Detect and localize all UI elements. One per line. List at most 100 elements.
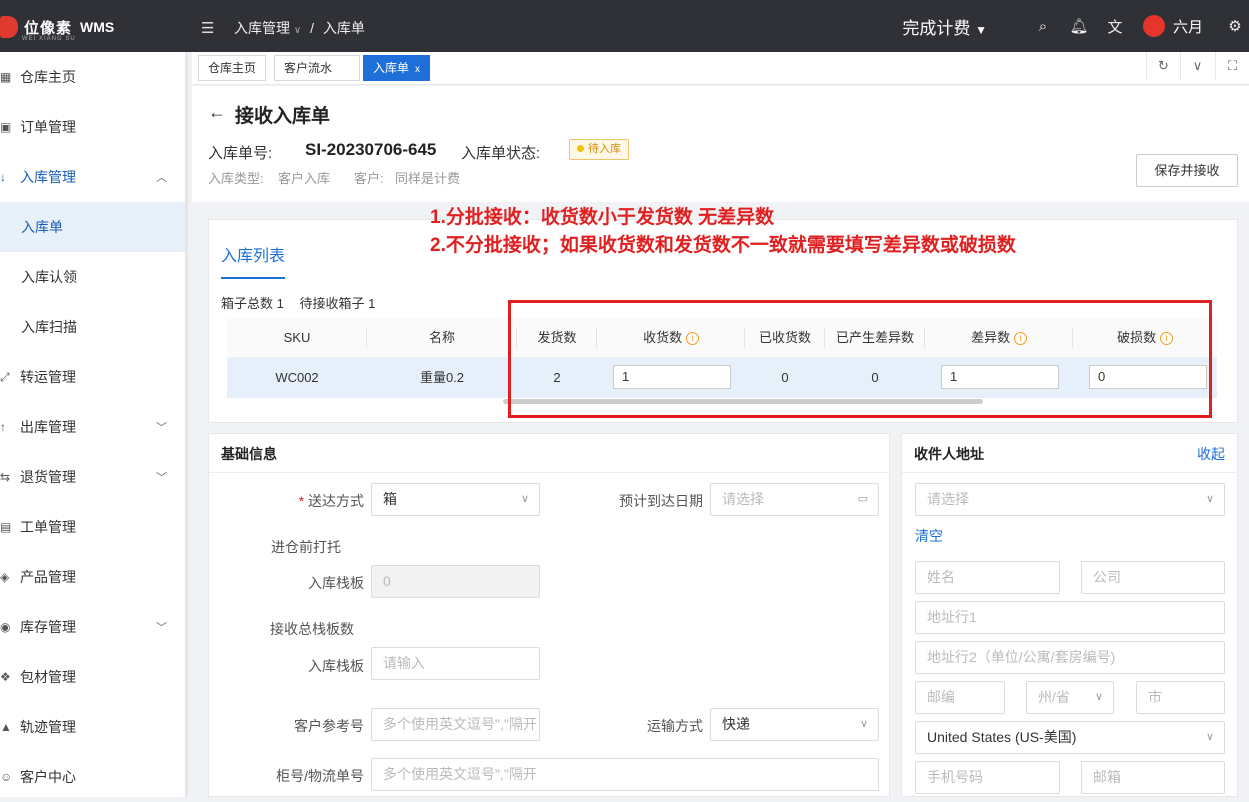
breadcrumb: 入库管理 ∨ / 入库单 [234,18,365,38]
tab-label: 入库单 [373,61,410,75]
transfer-icon: ⤢ [0,369,10,384]
eta-date-picker[interactable]: 请选择 ▭ [710,483,879,516]
sidebar-item-packaging[interactable]: ❖ 包材管理 [0,652,185,702]
sidebar-item-inventory[interactable]: ◉ 库存管理 ﹀ [0,602,185,652]
total-pallet-label: 接收总栈板数 [270,621,354,637]
sidebar-item-label: 入库单 [21,219,63,235]
address-select[interactable]: 请选择 ∨ [915,483,1225,516]
chevron-up-icon: ︿ [156,172,167,184]
sidebar-item-inbound-order[interactable]: 入库单 [0,202,185,252]
logo-app-name: WMS [80,19,115,35]
required-mark: * [298,493,308,509]
city-input[interactable]: 市 [1136,681,1225,714]
address-line2-input[interactable]: 地址行2（单位/公寓/套房编号) [915,641,1225,674]
page-header: ← 接收入库单 入库单号: SI-20230706-645 入库单状态: 待入库… [192,86,1249,202]
tab-inbound-order[interactable]: 入库单 x [363,55,431,81]
sidebar-item-inbound-scan[interactable]: 入库扫描 [0,302,185,352]
name-input[interactable]: 姓名 [915,561,1060,594]
sidebar-item-inbound[interactable]: ↓ 入库管理 ︿ [0,152,185,202]
search-icon[interactable]: ⌕ [1025,18,1061,35]
pallet2-input[interactable]: 请输入 [371,647,540,680]
box-total: 箱子总数 1 [221,296,284,311]
breadcrumb-parent[interactable]: 入库管理 [234,20,290,36]
calendar-icon: ▭ [857,493,868,505]
translate-icon[interactable]: 文 [1097,16,1133,37]
tab-home[interactable]: 仓库主页 [198,55,267,81]
delivery-label-text: 送达方式 [308,493,364,509]
order-no: SI-20230706-645 [305,140,437,159]
address-line1-input[interactable]: 地址行1 [915,601,1225,634]
tab-inbound-list[interactable]: 入库列表 [221,242,286,279]
sidebar-item-label: 客户中心 [20,769,76,785]
zip-input[interactable]: 邮编 [915,681,1005,714]
arrow-down-icon: ↓ [0,170,6,184]
clear-link[interactable]: 清空 [915,526,943,546]
sidebar-item-label: 转运管理 [20,369,76,385]
sidebar-item-label: 订单管理 [20,119,76,135]
sidebar-item-tracking[interactable]: ▲ 轨迹管理 [0,702,185,752]
sidebar-item-returns[interactable]: ⇆ 退货管理 ﹀ [0,452,185,502]
chevron-down-icon: ∨ [1205,731,1214,743]
state-select[interactable]: 州/省 ∨ [1026,681,1114,714]
workorder-icon: ▤ [0,520,12,534]
sidebar-item-customers[interactable]: ☺ 客户中心 [0,752,185,802]
sidebar-item-products[interactable]: ◈ 产品管理 [0,552,185,602]
sidebar-item-orders[interactable]: ▣ 订单管理 [0,102,185,152]
return-icon: ⇆ [0,470,11,484]
box-pending: 待接收箱子 1 [299,296,376,311]
status-select-value: 完成计费 [902,18,971,38]
annotation-text: 1.分批接收：收货数小于发货数 无差异数 2.不分批接收；如果收货数和发货数不一… [430,204,1016,260]
sidebar-item-home[interactable]: ▦ 仓库主页 [0,52,185,102]
tracking-input[interactable]: 多个使用英文逗号","隔开 [371,758,879,791]
product-icon: ◈ [0,570,10,584]
save-and-receive-button[interactable]: 保存并接收 [1136,154,1238,187]
top-bar: 位像素 WMS WEI XIANG SU ☰ 入库管理 ∨ / 入库单 完成计费… [0,0,1249,52]
delivery-value: 箱 [383,491,397,507]
bell-icon[interactable]: 🔔︎ [1061,17,1097,35]
type-value: 客户入库 [278,171,331,186]
cell-sku: WC002 [227,358,367,398]
sidebar-item-workorders[interactable]: ▤ 工单管理 [0,502,185,552]
ref-label: 客户参考号 [294,718,364,734]
back-arrow-icon[interactable]: ← [208,102,226,123]
sidebar-item-transfer[interactable]: ⤢ 转运管理 [0,352,185,402]
caret-down-icon: ▼ [975,22,987,37]
tab-label: 客户流水 [284,61,333,75]
avatar[interactable] [1142,15,1165,37]
delivery-select[interactable]: 箱 ∨ [371,483,540,516]
sidebar-item-outbound[interactable]: ↑ 出库管理 ﹀ [0,402,185,452]
sidebar-item-label: 轨迹管理 [20,719,76,735]
sidebar-item-inbound-claim[interactable]: 入库认领 [0,252,185,302]
annotation-line-1: 1.分批接收：收货数小于发货数 无差异数 [430,207,775,228]
col-header-text: 名称 [428,330,455,345]
sidebar-item-label: 仓库主页 [20,69,76,85]
refresh-icon[interactable]: ↻ [1146,52,1180,80]
chevron-down-icon[interactable]: ∨ [1180,52,1214,80]
pallet2-label: 入库栈板 [308,658,364,674]
email-input[interactable]: 邮箱 [1081,761,1225,794]
chevron-down-icon: ∨ [859,718,868,730]
country-select[interactable]: United States (US-美国) ∨ [915,721,1225,754]
status-select[interactable]: 完成计费 ▼ [902,14,987,39]
close-icon[interactable]: x [415,64,420,75]
col-header-name: 名称 [367,318,517,358]
address-title: 收件人地址 [914,446,984,462]
country-value: United States (US-美国) [927,729,1077,745]
tab-customer-flow[interactable]: 客户流水 [274,55,360,81]
menu-toggle-icon[interactable]: ☰ [201,19,214,37]
collapse-link[interactable]: 收起 [1197,444,1225,464]
sidebar-item-label: 退货管理 [20,469,76,485]
grid-icon: ▦ [0,70,12,84]
company-input[interactable]: 公司 [1081,561,1225,594]
transport-select[interactable]: 快递 ∨ [710,708,879,741]
user-name[interactable]: 六月 [1173,16,1203,37]
address-panel: 收件人地址 收起 请选择 ∨ 清空 姓名 公司 地址行1 地址行2（单位/公寓/套… [901,433,1238,797]
ref-textarea[interactable]: 多个使用英文逗号","隔开 [371,708,540,741]
eta-label: 预计到达日期 [619,493,703,509]
fullscreen-icon[interactable]: ⛶ [1215,52,1249,80]
status-dot-icon [577,145,584,152]
phone-input[interactable]: 手机号码 [915,761,1060,794]
pallet-label: 入库栈板 [308,575,364,591]
order-icon: ▣ [0,120,12,134]
gear-icon[interactable]: ⚙ [1223,17,1247,35]
